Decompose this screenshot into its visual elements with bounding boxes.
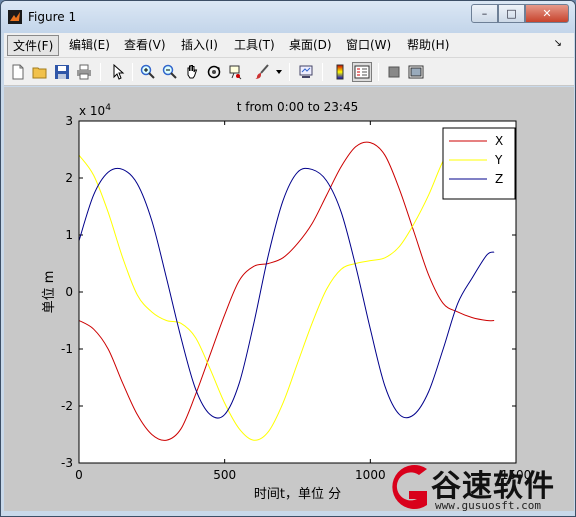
figure-window: Figure 1 – □ ✕ 文件(F) 编辑(E) 查看(V) 插入(I) 工…	[0, 0, 576, 517]
menu-help[interactable]: 帮助(H)	[402, 35, 454, 56]
title-bar[interactable]: Figure 1 – □ ✕	[1, 1, 575, 33]
menu-tools[interactable]: 工具(T)	[229, 35, 280, 56]
save-figure-icon[interactable]	[52, 62, 72, 82]
legend-label-x: X	[495, 134, 503, 148]
window-controls: – □ ✕	[471, 4, 569, 23]
figure-toolbar	[4, 58, 574, 86]
toolbar-separator	[132, 63, 133, 81]
figure-canvas[interactable]: t from 0:00 to 23:45 x 104 时间t，单位 分 单位 m…	[4, 87, 574, 511]
x-tick-label: 500	[213, 468, 236, 482]
menu-insert[interactable]: 插入(I)	[176, 35, 223, 56]
legend-label-z: Z	[495, 172, 503, 186]
open-file-icon[interactable]	[30, 62, 50, 82]
rotate-3d-icon[interactable]	[204, 62, 224, 82]
legend-box	[442, 127, 516, 200]
data-cursor-icon[interactable]	[226, 62, 246, 82]
zoom-out-icon[interactable]	[160, 62, 180, 82]
legend[interactable]: XYZ	[442, 127, 516, 200]
toolbar-separator	[100, 63, 101, 81]
y-tick-label: 0	[65, 285, 73, 299]
dropdown-icon[interactable]	[274, 62, 284, 82]
maximize-button[interactable]: □	[498, 4, 525, 23]
menu-edit[interactable]: 编辑(E)	[64, 35, 115, 56]
y-tick-label: -3	[61, 456, 73, 470]
window-title: Figure 1	[28, 10, 77, 24]
y-tick-label: 3	[65, 114, 73, 128]
menu-window[interactable]: 窗口(W)	[341, 35, 396, 56]
close-button[interactable]: ✕	[525, 4, 569, 23]
minimize-button[interactable]: –	[471, 4, 498, 23]
chart-title: t from 0:00 to 23:45	[237, 100, 358, 114]
y-tick-label: -2	[61, 399, 73, 413]
toolbar-separator	[289, 63, 290, 81]
y-axis-label: 单位 m	[42, 271, 57, 314]
edit-plot-arrow-icon[interactable]	[108, 62, 128, 82]
legend-label-y: Y	[494, 153, 503, 167]
watermark-url: www.gusuosft.com	[435, 499, 541, 512]
menu-view[interactable]: 查看(V)	[119, 35, 171, 56]
y-tick-label: -1	[61, 342, 73, 356]
show-plot-tools-icon[interactable]	[406, 62, 426, 82]
toolbar-separator	[378, 63, 379, 81]
toolbar-separator	[322, 63, 323, 81]
watermark-logo-icon	[392, 465, 427, 509]
y-tick-label: 1	[65, 228, 73, 242]
link-plot-icon[interactable]	[296, 62, 316, 82]
insert-legend-icon[interactable]	[352, 62, 372, 82]
insert-colorbar-icon[interactable]	[330, 62, 350, 82]
hide-plot-tools-icon[interactable]	[384, 62, 404, 82]
y-tick-label: 2	[65, 171, 73, 185]
zoom-in-icon[interactable]	[138, 62, 158, 82]
menu-bar: 文件(F) 编辑(E) 查看(V) 插入(I) 工具(T) 桌面(D) 窗口(W…	[4, 33, 574, 58]
brush-icon[interactable]	[252, 62, 272, 82]
chevron-icon[interactable]: ↘	[554, 38, 562, 49]
x-axis-label: 时间t，单位 分	[254, 487, 341, 502]
print-figure-icon[interactable]	[74, 62, 94, 82]
y-exponent-label: x 104	[79, 103, 111, 118]
plot-svg: t from 0:00 to 23:45 x 104 时间t，单位 分 单位 m…	[42, 100, 531, 502]
pan-hand-icon[interactable]	[182, 62, 202, 82]
matlab-icon	[8, 10, 22, 24]
menu-file[interactable]: 文件(F)	[7, 35, 60, 56]
new-figure-icon[interactable]	[8, 62, 28, 82]
x-tick-label: 0	[75, 468, 83, 482]
menu-desktop[interactable]: 桌面(D)	[284, 35, 337, 56]
watermark: 谷速软件 www.gusuosft.com	[379, 457, 575, 516]
